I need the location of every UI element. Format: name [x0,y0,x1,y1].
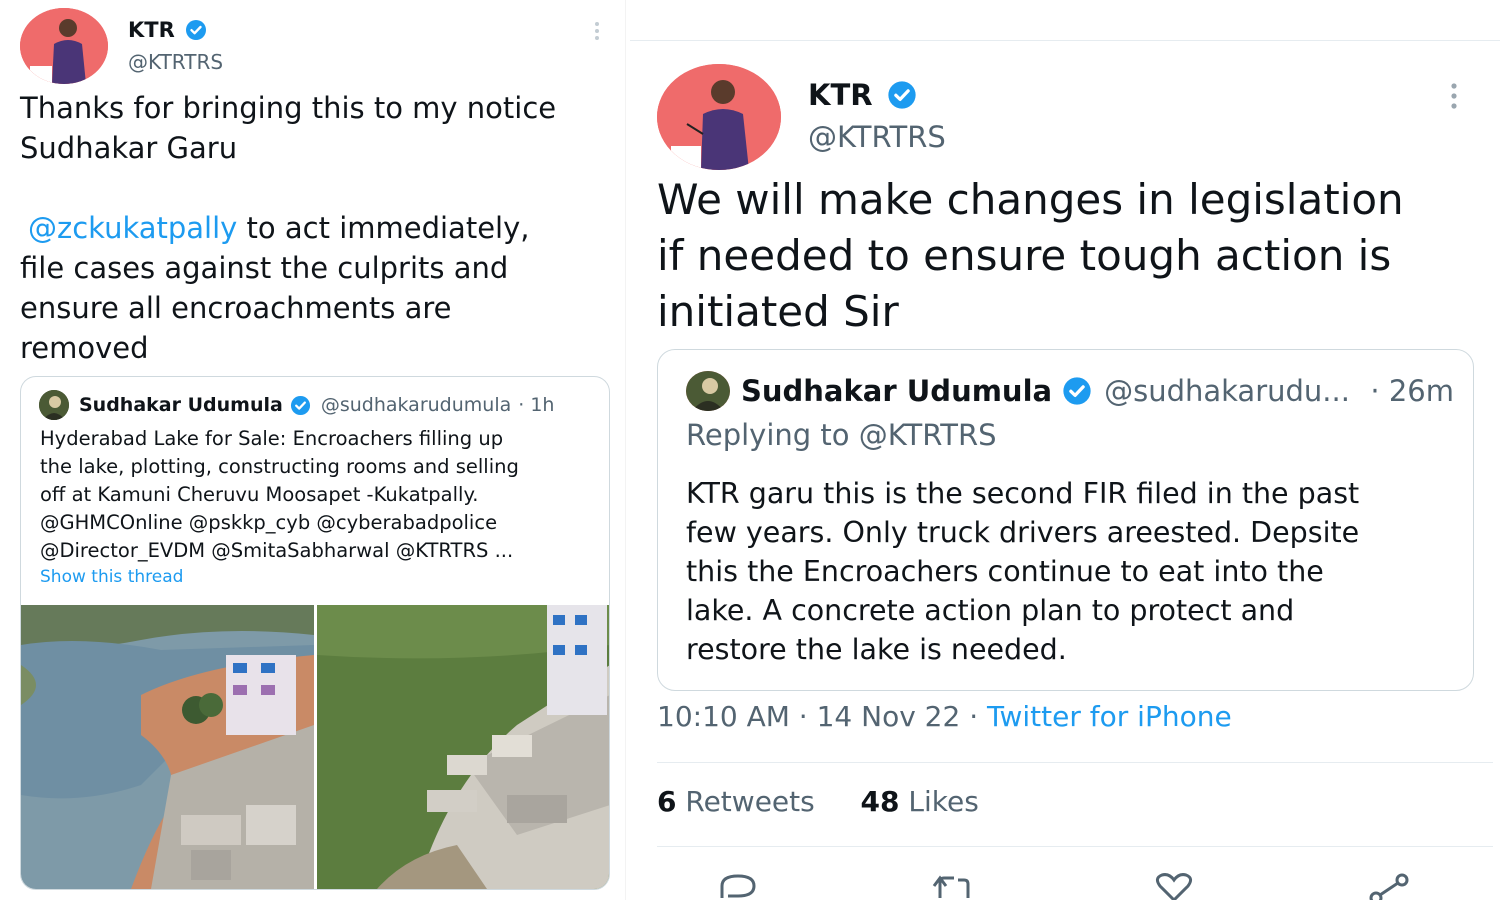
verified-badge-icon [1063,377,1091,405]
tweet-timestamp[interactable]: 10:10 AM · 14 Nov 22 · [657,700,987,733]
author-avatar[interactable] [20,8,108,84]
stats-top-divider [657,762,1493,763]
quoted-tweet-card[interactable]: Sudhakar Udumula @sudhakarudumula · 1h H… [20,376,610,890]
quoted-time[interactable]: · 1h [518,394,554,416]
verified-badge-icon [186,19,207,40]
media-image-1[interactable] [21,605,314,889]
replying-to-label: Replying to [686,418,859,452]
show-thread-link[interactable]: Show this thread [40,567,183,587]
share-icon[interactable] [1368,872,1412,904]
like-icon[interactable] [1152,872,1196,903]
tweet-stats: 6 Retweets 48 Likes [657,785,979,818]
replied-tweet-card[interactable]: Sudhakar Udumula @sudhakarudu... · 26m R… [657,349,1474,691]
tweet-meta: 10:10 AM · 14 Nov 22 · Twitter for iPhon… [657,700,1232,733]
replied-author-name[interactable]: Sudhakar Udumula [741,374,1052,408]
replied-time[interactable]: · 26m [1370,374,1454,408]
more-dots-icon[interactable] [592,20,602,42]
retweets-stat[interactable]: 6 Retweets [657,785,815,818]
top-divider [630,40,1500,41]
author-name[interactable]: KTR [128,18,207,42]
author-avatar[interactable] [657,64,781,170]
replied-author-avatar[interactable] [686,371,730,411]
quoted-author-handle[interactable]: @sudhakarudumula [321,394,511,416]
replied-author-handle[interactable]: @sudhakarudu... [1104,374,1350,408]
author-handle[interactable]: @KTRTRS [128,50,223,74]
quoted-author-name[interactable]: Sudhakar Udumula [79,394,283,416]
replying-to: Replying to @KTRTRS [686,418,997,452]
replied-tweet-header: Sudhakar Udumula @sudhakarudu... · 26m [686,370,1454,412]
more-dots-icon[interactable] [1448,82,1460,110]
column-divider [625,0,626,900]
tweet-source-link[interactable]: Twitter for iPhone [987,700,1232,733]
author-name[interactable]: KTR [808,78,917,112]
replying-to-handle[interactable]: @KTRTRS [859,418,997,452]
likes-stat[interactable]: 48 Likes [861,785,979,818]
verified-badge-icon [290,395,310,415]
tweet-text: We will make changes in legislation if n… [657,175,1404,336]
media-image-2[interactable] [317,605,609,889]
stats-bottom-divider [657,846,1493,847]
tweet-text-intro: Thanks for bringing this to my notice Su… [20,91,557,165]
tweet-text: Thanks for bringing this to my notice Su… [20,88,620,368]
mention-link[interactable]: @zckukatpally [28,211,237,245]
quoted-tweet-header: Sudhakar Udumula @sudhakarudumula · 1h [39,390,554,420]
author-handle[interactable]: @KTRTRS [808,120,946,154]
quoted-tweet-text: Hyderabad Lake for Sale: Encroachers fil… [40,427,519,562]
replied-tweet-text: KTR garu this is the second FIR filed in… [686,477,1360,666]
quoted-author-avatar[interactable] [39,390,69,420]
reply-icon[interactable] [716,872,760,900]
retweet-icon[interactable] [930,872,974,900]
verified-badge-icon [888,81,916,109]
